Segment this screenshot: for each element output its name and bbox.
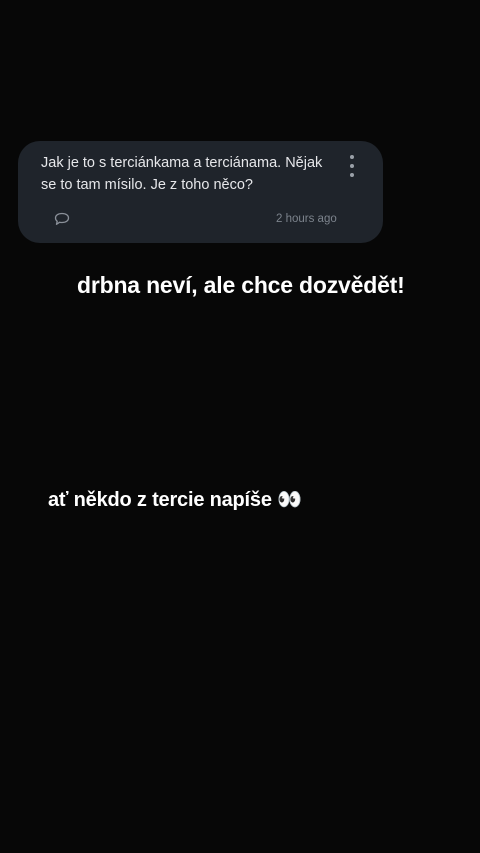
caption-subline: ať někdo z tercie napíše 👀: [48, 489, 302, 511]
comment-icon[interactable]: [54, 212, 70, 226]
more-vertical-icon[interactable]: [345, 155, 359, 177]
caption-headline: drbna neví, ale chce dozvědět!: [77, 272, 405, 298]
timestamp: 2 hours ago: [276, 213, 337, 225]
question-card[interactable]: Jak je to s terciánkama a terciánama. Ně…: [18, 141, 383, 243]
question-text: Jak je to s terciánkama a terciánama. Ně…: [41, 155, 323, 193]
